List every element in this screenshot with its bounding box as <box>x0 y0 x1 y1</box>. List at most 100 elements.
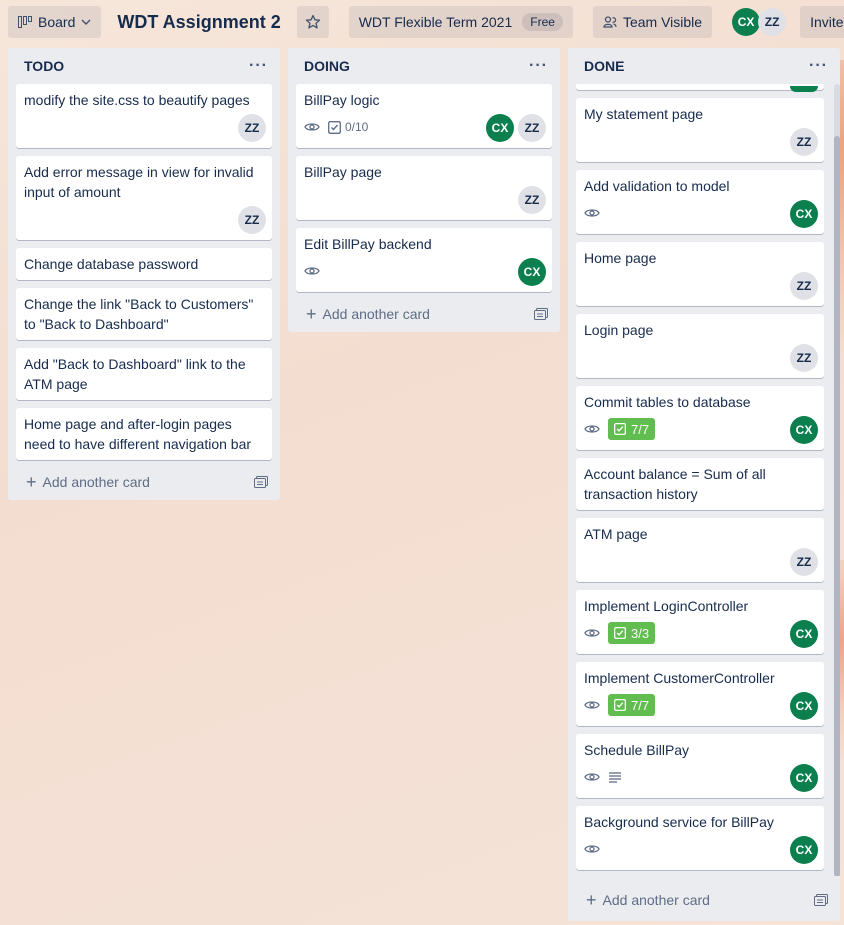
avatar[interactable]: ZZ <box>790 548 818 576</box>
card-members: CX <box>790 836 818 864</box>
workspace-button[interactable]: WDT Flexible Term 2021 Free <box>348 6 573 38</box>
list-card[interactable]: My statement page ZZ <box>576 98 824 162</box>
team-icon <box>603 16 617 28</box>
list-card[interactable]: Account balance = Sum of all transaction… <box>576 458 824 510</box>
card-title: ATM page <box>584 526 648 542</box>
avatar[interactable]: CX <box>518 258 546 286</box>
card-badges <box>584 838 816 860</box>
watch-badge <box>584 771 600 783</box>
card-badges <box>584 766 816 788</box>
card-title: BillPay page <box>304 164 382 180</box>
list-card[interactable]: Implement LoginController 3/3 CX <box>576 590 824 654</box>
avatar[interactable]: CX <box>790 836 818 864</box>
avatar[interactable]: ZZ <box>238 206 266 234</box>
card-list: My statement page ZZ Add validation to m… <box>568 84 832 870</box>
checklist-badge: 7/7 <box>608 694 656 716</box>
card-title: Account balance = Sum of all transaction… <box>584 466 766 502</box>
watch-badge <box>304 121 320 133</box>
invite-button[interactable]: Invite <box>800 6 844 38</box>
card-members: ZZ <box>790 128 818 156</box>
avatar[interactable]: CX <box>790 764 818 792</box>
card-badges: 7/7 <box>584 418 816 440</box>
avatar[interactable]: ZZ <box>518 114 546 142</box>
eye-icon <box>584 209 600 217</box>
list-title[interactable]: TODO <box>24 58 64 74</box>
card-title: Home page <box>584 250 657 266</box>
checklist-badge: 0/10 <box>328 120 368 134</box>
add-card-button[interactable]: + Add another card <box>8 464 280 500</box>
list-title[interactable]: DONE <box>584 58 624 74</box>
list-card[interactable]: Add validation to model CX <box>576 170 824 234</box>
avatar[interactable]: ZZ <box>238 114 266 142</box>
checklist-badge: 3/3 <box>608 622 656 644</box>
list-todo: TODO ··· modify the site.css to beautify… <box>8 48 280 500</box>
avatar[interactable]: ZZ <box>790 344 818 372</box>
list-card[interactable]: Login page ZZ <box>576 314 824 378</box>
card-members: CX ZZ <box>486 114 546 142</box>
list-card[interactable]: Home page ZZ <box>576 242 824 306</box>
list-card[interactable]: ATM page ZZ <box>576 518 824 582</box>
list-card[interactable]: BillPay page ZZ <box>296 156 552 220</box>
avatar[interactable]: CX <box>790 416 818 444</box>
add-card-button[interactable]: + Add another card <box>568 882 840 918</box>
add-card-button[interactable]: + Add another card <box>288 296 560 332</box>
checklist-badge: 7/7 <box>608 418 656 440</box>
board-members: CX ZZ <box>732 8 787 36</box>
add-card-label: Add another card <box>602 892 710 908</box>
card-template-icon[interactable] <box>254 476 268 488</box>
card-template-icon[interactable] <box>534 308 548 320</box>
watch-badge <box>584 627 600 639</box>
list-menu-icon[interactable]: ··· <box>805 57 832 75</box>
card-badges <box>304 260 544 282</box>
list-card[interactable]: Add error message in view for invalid in… <box>16 156 272 240</box>
list-card[interactable]: Add "Back to Dashboard" link to the ATM … <box>16 348 272 400</box>
checklist-icon <box>614 627 626 639</box>
workspace-label: WDT Flexible Term 2021 <box>358 14 513 30</box>
checklist-count: 3/3 <box>631 625 650 641</box>
list-title[interactable]: DOING <box>304 58 350 74</box>
avatar[interactable]: ZZ <box>758 8 787 36</box>
board-view-switcher[interactable]: Board <box>8 6 102 38</box>
list-card[interactable]: Background service for BillPay CX <box>576 806 824 870</box>
card-members: ZZ <box>790 548 818 576</box>
avatar[interactable]: ZZ <box>518 186 546 214</box>
avatar[interactable]: ZZ <box>790 128 818 156</box>
avatar[interactable]: CX <box>790 692 818 720</box>
description-icon <box>609 772 621 783</box>
list-card[interactable]: Commit tables to database 7/7 CX <box>576 386 824 450</box>
card-template-icon[interactable] <box>814 894 828 906</box>
avatar[interactable]: CX <box>732 8 761 36</box>
star-icon <box>305 14 320 29</box>
avatar[interactable]: ZZ <box>790 272 818 300</box>
card-members: ZZ <box>238 114 266 142</box>
avatar[interactable]: CX <box>790 200 818 228</box>
eye-icon <box>304 123 320 131</box>
list-menu-icon[interactable]: ··· <box>245 57 272 75</box>
plus-icon: + <box>26 472 37 492</box>
list-card[interactable] <box>576 84 824 92</box>
list-card[interactable]: Implement CustomerController 7/7 CX <box>576 662 824 726</box>
list-card[interactable]: Home page and after-login pages need to … <box>16 408 272 460</box>
scrollbar-thumb[interactable] <box>834 136 840 876</box>
list-card[interactable]: Change database password <box>16 248 272 280</box>
list-card[interactable]: BillPay logic 0/10 CX ZZ <box>296 84 552 148</box>
checklist-icon <box>614 699 626 711</box>
list-card[interactable]: Schedule BillPay CX <box>576 734 824 798</box>
chevron-down-icon <box>81 19 91 25</box>
list-card[interactable]: Change the link "Back to Customers" to "… <box>16 288 272 340</box>
list-card[interactable]: modify the site.css to beautify pages ZZ <box>16 84 272 148</box>
card-title: Change database password <box>24 256 199 272</box>
star-button[interactable] <box>296 6 329 38</box>
list-menu-icon[interactable]: ··· <box>525 57 552 75</box>
plus-icon: + <box>306 304 317 324</box>
card-members: CX <box>790 764 818 792</box>
invite-label: Invite <box>810 14 844 30</box>
board-title[interactable]: WDT Assignment 2 <box>109 12 288 33</box>
list-scrollbar[interactable] <box>834 84 840 876</box>
card-title: Commit tables to database <box>584 394 751 410</box>
avatar[interactable]: CX <box>790 620 818 648</box>
list-card[interactable]: Edit BillPay backend CX <box>296 228 552 292</box>
visibility-button[interactable]: Team Visible <box>592 6 713 38</box>
avatar[interactable]: CX <box>486 114 514 142</box>
card-title: Login page <box>584 322 654 338</box>
